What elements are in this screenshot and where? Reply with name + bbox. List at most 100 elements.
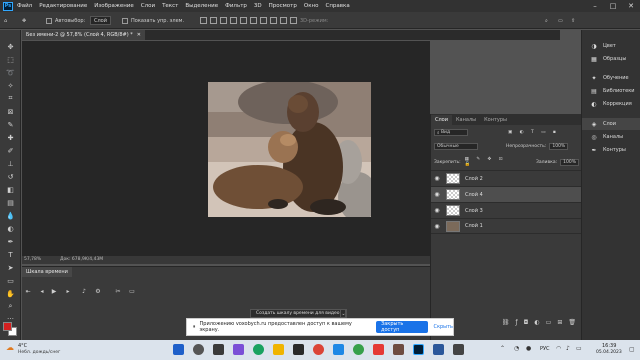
align-center-icon[interactable] [210, 17, 217, 24]
menu-file[interactable]: Файл [17, 3, 32, 9]
menu-filter[interactable]: Фильтр [225, 3, 247, 9]
layer-row[interactable]: ◉ Слой 3 [431, 202, 582, 218]
lock-icons[interactable]: ▦ ✎ ✥ ⊡ 🔒 [465, 157, 506, 167]
type-tool-icon[interactable]: T [5, 250, 16, 259]
blend-mode-select[interactable]: Обычные [434, 143, 478, 150]
notification-icon[interactable]: ▢ [629, 346, 635, 353]
search-icon[interactable] [193, 344, 204, 355]
first-frame-icon[interactable]: ⇤ [24, 287, 32, 295]
show-controls-checkbox[interactable]: Показать упр. элем. [122, 16, 184, 25]
dock-color[interactable]: ◑ Цвет [582, 40, 640, 52]
crop-tool-icon[interactable]: ⌗ [5, 94, 16, 103]
app-icon[interactable] [373, 344, 384, 355]
play-icon[interactable]: ▶ [50, 287, 58, 295]
align-left-icon[interactable] [200, 17, 207, 24]
distribute-icon[interactable] [290, 17, 297, 24]
menu-help[interactable]: Справка [325, 3, 349, 9]
tab-paths[interactable]: Контуры [480, 115, 511, 125]
clock-date[interactable]: 05.04.2023 [596, 350, 622, 355]
eye-icon[interactable]: ◉ [431, 175, 443, 182]
workspace-icon[interactable]: ▭ [558, 16, 563, 25]
layer-name[interactable]: Слой 4 [465, 192, 483, 198]
task-view-icon[interactable] [213, 344, 224, 355]
lasso-tool-icon[interactable]: ➰ [5, 68, 16, 77]
dodge-tool-icon[interactable]: ◐ [5, 224, 16, 233]
dock-channels[interactable]: ◎ Каналы [582, 131, 640, 143]
menu-3d[interactable]: 3D [254, 3, 262, 9]
edge-icon[interactable] [253, 344, 264, 355]
align-top-icon[interactable] [230, 17, 237, 24]
close-tab-icon[interactable]: ✕ [137, 32, 141, 38]
menu-view[interactable]: Просмотр [269, 3, 297, 9]
eraser-tool-icon[interactable]: ◧ [5, 185, 16, 194]
split-icon[interactable]: ✂ [114, 287, 122, 295]
eye-icon[interactable]: ◉ [431, 207, 443, 214]
minimize-icon[interactable]: – [586, 0, 604, 12]
close-icon[interactable]: ✕ [622, 0, 640, 12]
app-icon[interactable] [433, 344, 444, 355]
blur-tool-icon[interactable]: 💧 [5, 211, 16, 220]
audio-icon[interactable]: ♪ [80, 287, 88, 295]
dock-layers[interactable]: ◈ Слои [582, 118, 640, 130]
eye-icon[interactable]: ◉ [431, 223, 443, 230]
layer-kind-select[interactable]: ⌕ Вид [434, 129, 468, 136]
menu-layers[interactable]: Слои [141, 3, 155, 9]
tray-app-icon[interactable]: ● [526, 345, 531, 352]
gradient-tool-icon[interactable]: ▤ [5, 198, 16, 207]
wifi-icon[interactable]: ◠ [556, 345, 561, 352]
app-icon[interactable] [333, 344, 344, 355]
tab-layers[interactable]: Слои [431, 115, 452, 125]
autoselect-value[interactable]: Слой [90, 16, 111, 25]
battery-icon[interactable]: ▭ [576, 345, 582, 352]
dock-learn[interactable]: ✦ Обучение [582, 72, 640, 84]
fill-input[interactable]: 100% [560, 158, 579, 166]
tab-channels[interactable]: Каналы [452, 115, 480, 125]
weather-icon[interactable]: ☁ [6, 343, 14, 352]
eye-icon[interactable]: ◉ [431, 191, 443, 198]
app-icon[interactable] [393, 344, 404, 355]
network-icon[interactable]: ◔ [514, 345, 519, 352]
path-select-icon[interactable]: ➤ [5, 263, 16, 272]
move-tool-icon[interactable]: ✥ [5, 42, 16, 51]
layer-name[interactable]: Слой 2 [465, 176, 483, 182]
distribute-icon[interactable] [270, 17, 277, 24]
autoselect-select[interactable]: Слой [90, 16, 111, 25]
chat-icon[interactable] [233, 344, 244, 355]
layer-row[interactable]: ◉ Слой 4 [431, 186, 582, 202]
pen-tool-icon[interactable]: ✒ [5, 237, 16, 246]
prev-frame-icon[interactable]: ◂ [38, 287, 46, 295]
home-icon[interactable]: ⌂ [4, 16, 7, 25]
chevron-down-icon[interactable]: ⌄ [340, 309, 347, 318]
healing-brush-icon[interactable]: ✚ [5, 133, 16, 142]
new-layer-icon[interactable]: ⊞ [557, 319, 562, 326]
timeline-tab[interactable]: Шкала времени [22, 267, 72, 277]
dock-swatches[interactable]: ▦ Образцы [582, 53, 640, 65]
photoshop-taskbar-icon[interactable] [413, 344, 424, 355]
history-brush-icon[interactable]: ↺ [5, 172, 16, 181]
layer-row[interactable]: ◉ Слой 2 [431, 170, 582, 186]
checkbox-icon[interactable] [46, 17, 52, 24]
eyedropper-icon[interactable]: ✎ [5, 120, 16, 129]
next-frame-icon[interactable]: ▸ [64, 287, 72, 295]
create-timeline-button[interactable]: Создать шкалу времени для видео [250, 309, 346, 318]
dock-libraries[interactable]: ▤ Библиотеки [582, 85, 640, 97]
link-icon[interactable]: ⛓ [502, 319, 510, 326]
distribute-icon[interactable] [280, 17, 287, 24]
hand-tool-icon[interactable]: ✋ [5, 289, 16, 298]
foreground-color-fill[interactable] [3, 322, 12, 331]
fx-icon[interactable]: ƒ [516, 319, 518, 326]
document-tab[interactable]: Без имени-2 @ 57,8% (Слой 4, RGB/8#) * ✕ [22, 30, 145, 40]
search-icon[interactable]: ⌕ [545, 16, 548, 25]
layer-name[interactable]: Слой 1 [465, 223, 483, 229]
marquee-tool-icon[interactable]: ⬚ [5, 55, 16, 64]
stop-sharing-button[interactable]: Закрыть доступ [376, 321, 428, 333]
align-bottom-icon[interactable] [250, 17, 257, 24]
menu-edit[interactable]: Редактирование [39, 3, 87, 9]
menu-type[interactable]: Текст [162, 3, 178, 9]
hide-button[interactable]: Скрыть [434, 324, 454, 330]
clock-time[interactable]: 16:39 [602, 343, 616, 349]
brush-tool-icon[interactable]: ✐ [5, 146, 16, 155]
weather-desc[interactable]: Небл. дождь/снег [18, 350, 60, 355]
distribute-icon[interactable] [260, 17, 267, 24]
opacity-input[interactable]: 100% [549, 143, 569, 150]
